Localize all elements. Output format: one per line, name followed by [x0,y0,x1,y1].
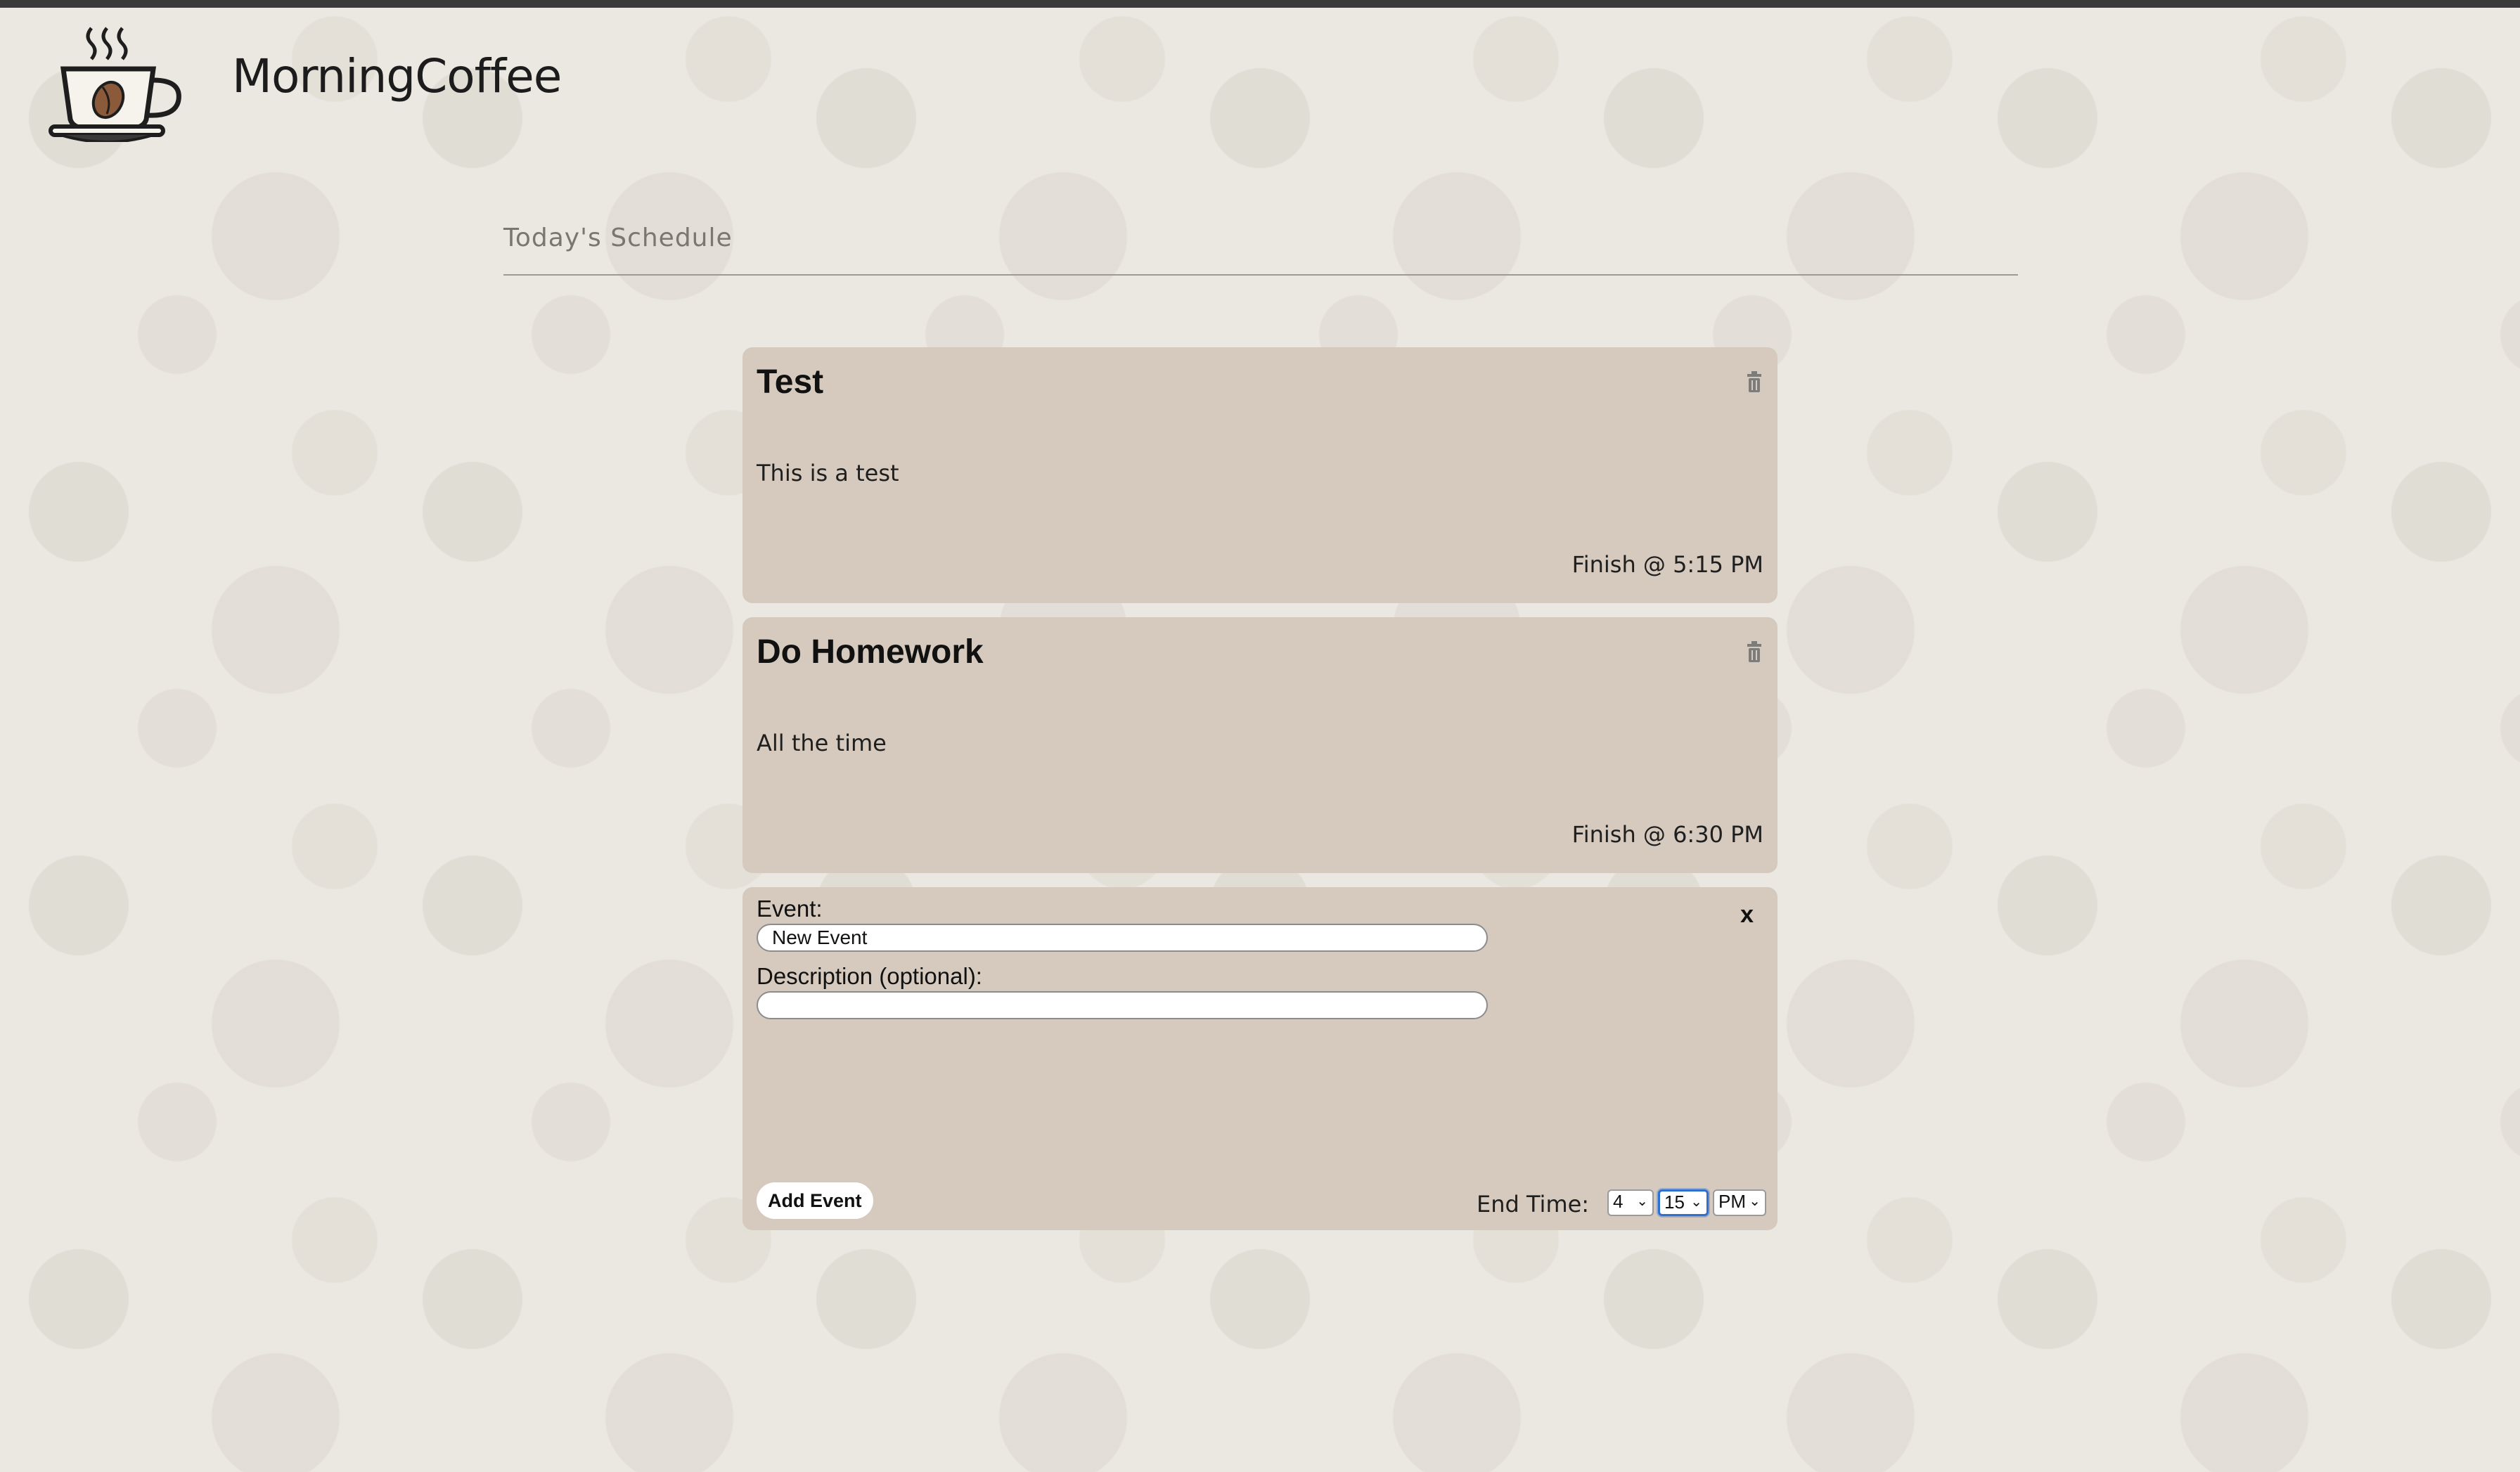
hour-select[interactable]: 4 ⌄ [1607,1189,1654,1216]
minute-select[interactable]: 15 ⌄ [1658,1189,1709,1216]
event-name-input[interactable] [757,924,1488,952]
close-form-button[interactable]: x [1740,901,1754,929]
period-value: PM [1718,1191,1746,1212]
period-select[interactable]: PM ⌄ [1713,1189,1766,1216]
minute-value: 15 [1664,1192,1685,1213]
chevron-down-icon: ⌄ [1690,1194,1702,1210]
chevron-down-icon: ⌄ [1636,1194,1648,1209]
coffee-cup-icon [49,27,181,142]
event-card: Do Homework All the time Finish @ 6:30 P… [742,617,1778,873]
top-bar [0,0,2520,8]
brand-name: MorningCoffee [232,49,562,103]
event-title: Test [757,363,824,401]
section-divider [503,274,2018,276]
section-title: Today's Schedule [503,224,733,252]
event-description: All the time [757,730,887,756]
event-title: Do Homework [757,633,984,671]
chevron-down-icon: ⌄ [1749,1194,1761,1209]
hour-value: 4 [1613,1191,1624,1212]
end-time-label: End Time: [1477,1191,1590,1218]
description-input[interactable] [757,991,1488,1019]
event-finish-time: Finish @ 5:15 PM [1571,551,1763,578]
add-event-button[interactable]: Add Event [757,1182,873,1219]
event-finish-time: Finish @ 6:30 PM [1571,821,1763,848]
new-event-form: Event: x Description (optional): Add Eve… [742,887,1778,1230]
event-description: This is a test [757,460,899,486]
event-card: Test This is a test Finish @ 5:15 PM [742,347,1778,603]
trash-icon[interactable] [1745,371,1763,394]
description-label: Description (optional): [757,963,982,989]
event-label: Event: [757,896,823,922]
trash-icon[interactable] [1745,641,1763,664]
